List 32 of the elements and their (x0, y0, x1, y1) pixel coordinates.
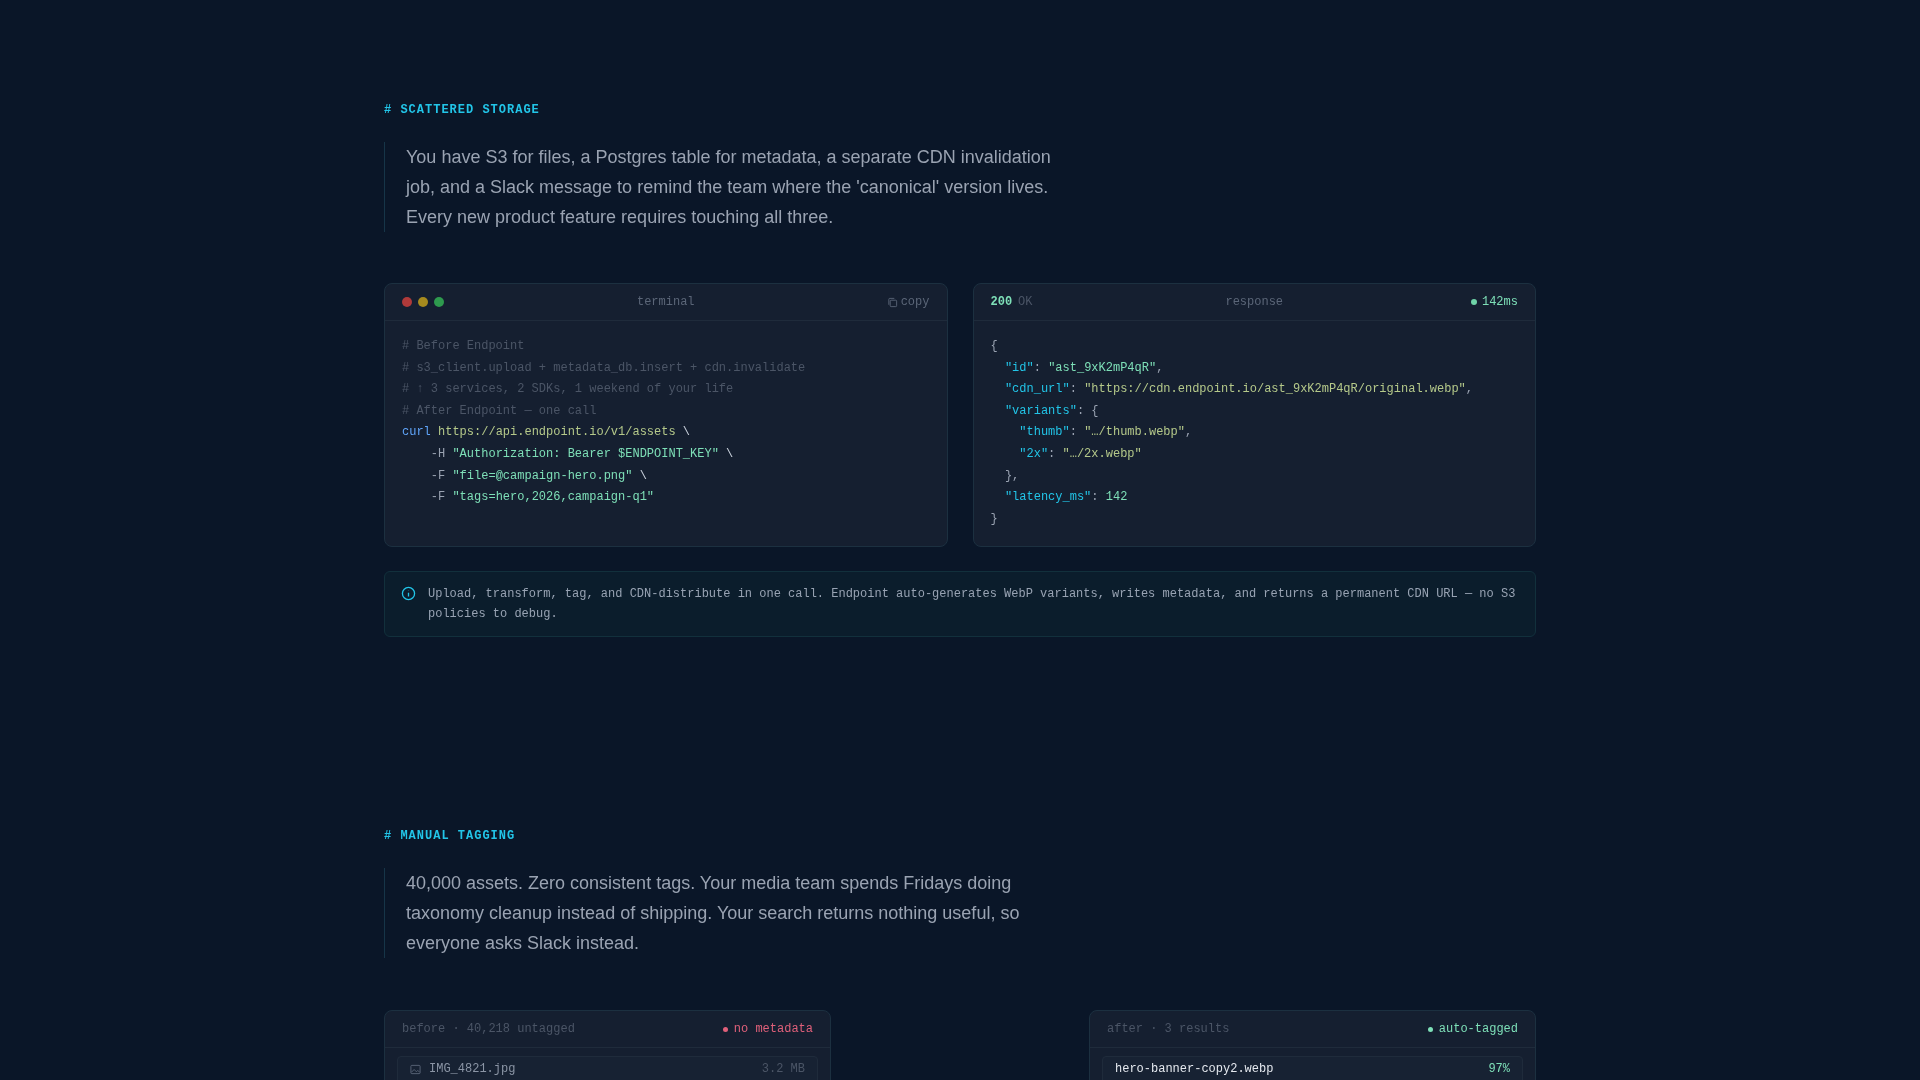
code-line: "variants": { (1003, 402, 1099, 420)
file-name: IMG_4821.jpg (429, 1061, 516, 1079)
note-text: Upload, transform, tag, and CDN-distribute in one call. Endpoint auto-generates WebP variants, writes metadata, and returns a permanent CDN URL — no S3 policies to debug. (428, 586, 1517, 624)
file-row[interactable]: hero-banner-copy2.webp 97% (1102, 1056, 1523, 1080)
code-line: } (990, 510, 998, 528)
panel-title: terminal (636, 294, 695, 311)
section-paragraph: 40,000 assets. Zero consistent tags. Your media team spends Fridays doing taxonomy cleanup instead of shipping. Your search returns nothing useful, so everyone asks Slack instead. (406, 872, 1021, 956)
code-line: "thumb": "…/thumb.webp", (1018, 424, 1193, 442)
code-line: -F "tags=hero,2026,campaign-q1" (429, 489, 655, 507)
section-heading: # MANUAL TAGGING (384, 828, 516, 846)
copy-icon (886, 296, 898, 308)
image-icon (410, 1063, 421, 1075)
code-line: "id": "ast_9xK2mP4qR", (1003, 359, 1164, 377)
code-line: }, (1003, 467, 1020, 485)
code-line: "latency_ms": 142 (1003, 489, 1128, 507)
copy-button[interactable]: copy (849, 293, 930, 311)
status-label: auto-tagged (1438, 1021, 1518, 1039)
code-line: curl https://api.endpoint.io/v1/assets \ (402, 424, 691, 442)
code-line: -F "file=@campaign-hero.png" \ (429, 467, 647, 485)
latency-label: 142ms (1481, 294, 1518, 311)
status-label: no metadata (733, 1021, 813, 1039)
file-meta: 97% (1488, 1061, 1510, 1079)
code-line: { (990, 338, 998, 355)
section-heading: # SCATTERED STORAGE (384, 102, 540, 119)
section-paragraph: You have S3 for files, a Postgres table for metadata, a separate CDN invalidation job, and a Slack message to remind the team where the 'canonical' version lives. Every new product feature requires touching all three. (406, 146, 1052, 229)
code-line: "cdn_url": "https://cdn.endpoint.io/ast_9xK2mP4qR/original.webp", (1003, 381, 1473, 399)
file-name: hero-banner-copy2.webp (1115, 1061, 1274, 1079)
info-icon (401, 586, 416, 602)
status-code: 200 (990, 294, 1013, 311)
panel-title: response (1225, 294, 1284, 311)
code-line: "2x": "…/2x.webp" (1018, 445, 1142, 463)
code-line: -H "Authorization: Bearer $ENDPOINT_KEY" \ (429, 445, 734, 463)
